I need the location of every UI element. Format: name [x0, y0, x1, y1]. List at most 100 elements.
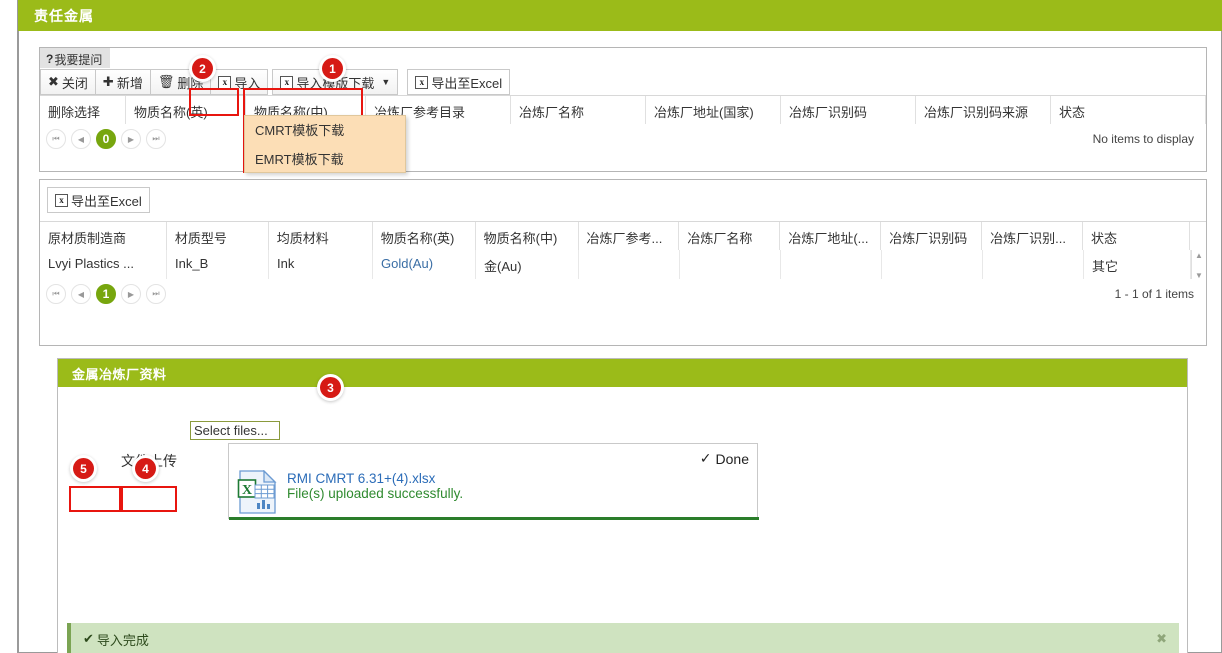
- scroll-up-icon[interactable]: ▲: [1195, 252, 1203, 260]
- export-excel-button[interactable]: x 导出至Excel: [407, 69, 511, 95]
- upload-progress-bar: [229, 517, 759, 520]
- panel1-toolbar: ✖ 关闭 ✚ 新增 🗑 删除 x 导入 x 导入模版下载 ▼ x 导出至Exce…: [40, 69, 511, 95]
- ask-question-tab[interactable]: ? 我要提问: [40, 48, 111, 68]
- cell-status: 其它: [1084, 250, 1191, 281]
- excel-icon: x: [415, 75, 429, 89]
- excel-icon: x: [218, 75, 232, 89]
- panel2-toolbar: x 导出至Excel: [47, 187, 150, 213]
- pager-last-button[interactable]: ⏭: [146, 129, 166, 149]
- excel-icon: x: [280, 75, 294, 89]
- column-header: 冶炼厂地址(国家): [646, 96, 781, 127]
- close-icon: ✖: [48, 74, 59, 89]
- import-template-dropdown-menu[interactable]: CMRT模板下载 EMRT模板下载: [244, 115, 406, 173]
- ask-question-label: 我要提问: [54, 52, 103, 67]
- column-header: 冶炼厂名称: [679, 222, 781, 253]
- cell-smelter-addr: [781, 250, 882, 281]
- select-files-button[interactable]: Select files...: [190, 421, 280, 440]
- export-excel-button-label: 导出至Excel: [431, 75, 503, 91]
- select-files-label: Select files...: [194, 423, 268, 438]
- cell-smelter-name: [680, 250, 781, 281]
- marker-2: 2: [192, 58, 213, 79]
- pager-prev-button[interactable]: ◀: [71, 284, 91, 304]
- marker-3: 3: [320, 377, 341, 398]
- left-rail: [0, 0, 18, 653]
- cell-smelter-id: [882, 250, 983, 281]
- material-detail-panel: x 导出至Excel 原材质制造商 材质型号 均质材料 物质名称(英) 物质名称…: [39, 179, 1207, 346]
- export-excel-button-label: 导出至Excel: [71, 193, 142, 209]
- column-header-spacer: [1190, 222, 1206, 253]
- column-header: 物质名称(中): [476, 222, 579, 253]
- pager-next-button[interactable]: ▶: [121, 284, 141, 304]
- pager-next-button[interactable]: ▶: [121, 129, 141, 149]
- upload-done-label: Done: [715, 450, 749, 467]
- close-button-label: 关闭: [61, 75, 88, 91]
- cell-substance-en[interactable]: Gold(Au): [373, 250, 476, 281]
- marker-5: 5: [73, 458, 94, 479]
- ask-question-mark: ?: [46, 52, 54, 66]
- column-header: 原材质制造商: [40, 222, 167, 253]
- column-header: 冶炼厂识别码: [881, 222, 983, 253]
- excel-icon: x: [55, 193, 68, 207]
- menu-item-emrt-template[interactable]: EMRT模板下载: [245, 145, 405, 174]
- pager-first-button[interactable]: ⏮: [46, 129, 66, 149]
- marker-1: 1: [322, 58, 343, 79]
- column-header: 冶炼厂参考...: [579, 222, 680, 253]
- panel1-empty-text: No items to display: [1092, 132, 1194, 146]
- pager-current-page[interactable]: 1: [96, 284, 116, 304]
- cell-material-type: Ink_B: [167, 250, 269, 281]
- page-title: 责任金属: [18, 0, 1222, 31]
- page-frame: ? 我要提问 ✖ 关闭 ✚ 新增 🗑 删除 x 导入 x 导入模版下载 ▼ x …: [18, 31, 1222, 653]
- cell-homogeneous: Ink: [269, 250, 373, 281]
- app-root: 责任金属 ? 我要提问 ✖ 关闭 ✚ 新增 🗑 删除 x 导入 x 导入模版下载…: [0, 0, 1222, 653]
- chevron-down-icon: ▼: [381, 77, 391, 87]
- import-button-label: 导入: [234, 75, 261, 91]
- table-row[interactable]: Lvyi Plastics ... Ink_B Ink Gold(Au) 金(A…: [40, 250, 1206, 282]
- pager-first-button[interactable]: ⏮: [46, 284, 66, 304]
- check-icon: ✔: [83, 631, 94, 646]
- panel1-grid-footer: ⏮ ◀ 0 ▶ ⏭ No items to display: [40, 124, 1206, 154]
- menu-item-cmrt-template[interactable]: CMRT模板下载: [245, 116, 405, 145]
- cell-smelter-id-src: [983, 250, 1084, 281]
- file-upload-dropzone[interactable]: ✓ Done X RMI CMRT 6.31+(4).xlsx File(s) …: [228, 443, 759, 520]
- column-header: 冶炼厂识别码来源: [916, 96, 1051, 127]
- column-header: 冶炼厂名称: [511, 96, 646, 127]
- pager-current-page[interactable]: 0: [96, 129, 116, 149]
- column-header: 物质名称(英): [373, 222, 476, 253]
- pager-prev-button[interactable]: ◀: [71, 129, 91, 149]
- plus-icon: ✚: [102, 74, 114, 89]
- svg-text:X: X: [242, 483, 252, 498]
- add-button[interactable]: ✚ 新增: [94, 69, 151, 95]
- smelter-panel-title: 金属冶炼厂资料: [58, 359, 1187, 387]
- uploaded-file-row: X RMI CMRT 6.31+(4).xlsx File(s) uploade…: [237, 469, 463, 514]
- column-header: 冶炼厂识别码: [781, 96, 916, 127]
- page-title-text: 责任金属: [34, 7, 94, 24]
- banner-close-icon[interactable]: ✖: [1156, 631, 1167, 647]
- excel-file-icon: X: [237, 469, 279, 514]
- uploaded-file-meta: RMI CMRT 6.31+(4).xlsx File(s) uploaded …: [287, 470, 463, 502]
- column-header: 冶炼厂识别...: [982, 222, 1084, 253]
- cell-smelter-ref: [579, 250, 680, 281]
- smelter-panel-title-text: 金属冶炼厂资料: [72, 366, 167, 382]
- panel2-items-info: 1 - 1 of 1 items: [1114, 287, 1194, 301]
- column-header: 冶炼厂地址(...: [780, 222, 882, 253]
- scroll-down-icon[interactable]: ▼: [1195, 272, 1203, 280]
- panel1-pager: ⏮ ◀ 0 ▶ ⏭: [46, 129, 166, 149]
- cell-manufacturer: Lvyi Plastics ...: [40, 250, 167, 281]
- column-header: 物质名称(英): [126, 96, 246, 127]
- column-header: 状态: [1051, 96, 1206, 127]
- column-header: 均质材料: [269, 222, 373, 253]
- panel2-grid-footer: ⏮ ◀ 1 ▶ ⏭ 1 - 1 of 1 items: [40, 279, 1206, 309]
- import-button[interactable]: x 导入: [210, 69, 269, 95]
- smelter-upload-panel: 金属冶炼厂资料 文件上传 ✓ Done: [57, 358, 1188, 653]
- export-excel-button[interactable]: x 导出至Excel: [47, 187, 150, 213]
- check-icon: ✓: [699, 450, 712, 466]
- panel2-pager: ⏮ ◀ 1 ▶ ⏭: [46, 284, 166, 304]
- close-button[interactable]: ✖ 关闭: [40, 69, 96, 95]
- column-header: 材质型号: [167, 222, 269, 253]
- upload-done-status: ✓ Done: [700, 450, 749, 467]
- marker-4: 4: [135, 458, 156, 479]
- row-scrollbar[interactable]: ▲ ▼: [1191, 250, 1206, 281]
- column-header: 状态: [1083, 222, 1190, 253]
- column-header: 删除选择: [40, 96, 126, 127]
- pager-last-button[interactable]: ⏭: [146, 284, 166, 304]
